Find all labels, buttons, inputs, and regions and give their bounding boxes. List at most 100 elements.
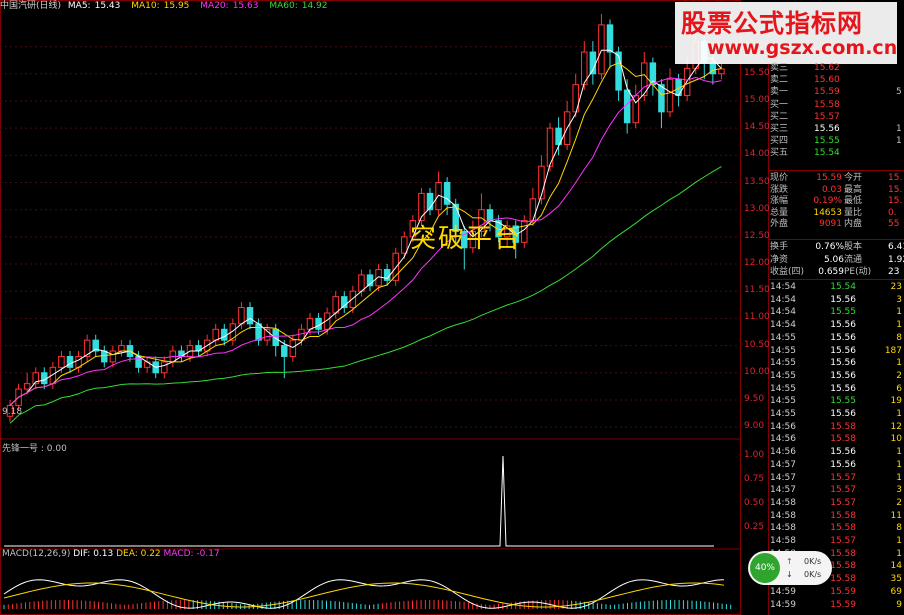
candle-body — [118, 345, 125, 352]
price-axis-label: 14.00 — [744, 149, 770, 160]
indicator-line — [4, 455, 714, 547]
tick-price: 15.57 — [830, 536, 856, 546]
ma60-line — [9, 166, 722, 424]
indicator-axis-label: 1.00 — [744, 450, 765, 460]
tick-volume: 1 — [896, 447, 902, 458]
tick-time: 14:57 — [770, 472, 796, 483]
tick-volume: 69 — [890, 586, 902, 597]
price-axis-label: 15.00 — [744, 94, 770, 105]
quote-value: 15. — [888, 196, 903, 206]
tick-volume: 11 — [890, 510, 902, 521]
tick-price: 15.57 — [830, 497, 856, 508]
tick-volume: 8 — [896, 332, 902, 343]
order-price: 15.59 — [814, 87, 840, 98]
tick-row: 14:55 15.56 187 — [768, 345, 904, 358]
candle-body — [23, 383, 31, 390]
quote-value: 0.19% — [813, 196, 842, 206]
fund-label: PE(动) — [844, 267, 872, 277]
tick-row: 14:59 15.59 69 — [768, 586, 904, 599]
tick-price: 15.58 — [830, 574, 856, 585]
quote-value: 0. — [888, 207, 897, 218]
price-axis-label: 13.00 — [744, 203, 770, 214]
tick-price: 15.55 — [830, 307, 856, 318]
order-book-row: 买一 15.58 — [768, 99, 904, 111]
order-price: 15.58 — [814, 99, 840, 110]
tick-row: 14:55 15.56 6 — [768, 383, 904, 396]
order-level: 买四 — [770, 136, 789, 147]
order-book-row: 卖三 15.62 — [768, 62, 904, 74]
order-level: 买三 — [770, 124, 789, 134]
order-book-row: 买四 15.55 1 — [768, 135, 904, 147]
tick-row: 14:56 15.58 12 — [768, 421, 904, 434]
quote-value: 55 — [888, 219, 900, 229]
ma20-label: MA20: 15.63 — [200, 1, 259, 11]
tick-time: 14:55 — [770, 396, 796, 407]
tick-volume: 19 — [890, 396, 902, 407]
tick-time: 14:57 — [770, 459, 796, 470]
tick-volume: 1 — [896, 307, 902, 318]
candle-body — [332, 296, 339, 314]
price-axis-label: 15.50 — [744, 67, 770, 78]
tick-price: 15.56 — [830, 383, 856, 394]
tick-row: 14:57 15.56 1 — [768, 459, 904, 472]
tick-row: 14:54 15.56 3 — [768, 294, 904, 307]
order-price: 15.55 — [814, 136, 840, 147]
order-volume: 1 — [896, 124, 902, 134]
tick-time: 14:54 — [770, 307, 796, 318]
tick-time: 14:58 — [770, 523, 796, 534]
fund-label: 收益(四) — [770, 267, 805, 277]
order-price: 15.57 — [814, 111, 840, 122]
tick-volume: 6 — [896, 383, 902, 394]
tick-price: 15.57 — [830, 485, 856, 496]
ma20-line — [9, 76, 722, 406]
quote-row: 总量 14653 量比 0. — [768, 207, 904, 219]
ma5-label: MA5: 15.43 — [67, 1, 121, 11]
ma60-label: MA60: 14.92 — [269, 1, 328, 11]
candle-body — [161, 361, 168, 374]
fund-label: 股本 — [844, 242, 863, 252]
annotation-text: 突破平台 — [410, 224, 523, 254]
candle-body — [255, 323, 262, 341]
tick-row: 14:54 15.56 1 — [768, 319, 904, 332]
low-price-marker: 9.18 — [2, 407, 23, 417]
tick-price: 15.56 — [830, 370, 856, 381]
upload-speed: 0K/s — [804, 557, 822, 566]
fund-value: 0.76% — [815, 242, 844, 252]
tick-volume: 10 — [890, 434, 902, 445]
tick-time: 14:58 — [770, 536, 796, 546]
order-book-row: 买三 15.56 1 — [768, 123, 904, 135]
tick-row: 14:59 15.59 9 — [768, 599, 904, 612]
tick-price: 15.57 — [830, 472, 856, 483]
tick-time: 14:55 — [770, 370, 796, 381]
tick-volume: 9 — [896, 599, 902, 610]
fund-label: 净资 — [770, 254, 789, 265]
quote-value: 15. — [888, 184, 903, 195]
tick-time: 14:58 — [770, 510, 796, 521]
candle-body — [718, 68, 725, 75]
tick-volume: 35 — [890, 574, 902, 585]
candle-body — [212, 328, 219, 341]
candle-body — [66, 355, 74, 368]
tick-time: 14:56 — [770, 421, 796, 432]
candle-body — [281, 345, 288, 357]
order-level: 卖一 — [770, 87, 789, 98]
fund-label: 流通 — [844, 254, 863, 265]
tick-price: 15.56 — [830, 294, 856, 305]
network-speed-widget[interactable]: 40% ↑ 0K/s ↓ 0K/s — [748, 551, 832, 585]
watermark-url: www.gszx.com.cn — [707, 37, 898, 59]
order-price: 15.60 — [814, 75, 840, 86]
fund-value: 5.06 — [823, 254, 844, 265]
tick-price: 15.58 — [830, 548, 856, 559]
order-book-row: 买二 15.57 — [768, 111, 904, 123]
price-axis-label: 10.50 — [744, 339, 770, 350]
order-book-row: 买五 15.54 — [768, 147, 904, 159]
panel-separator — [768, 170, 904, 171]
price-axis-label: 13.50 — [744, 176, 770, 187]
tick-time: 14:59 — [770, 599, 796, 610]
tick-volume: 1 — [896, 459, 902, 470]
tick-row: 14:58 15.58 11 — [768, 510, 904, 523]
stock-name: 中国汽研(日线) — [0, 1, 62, 11]
order-book-row: 卖一 15.59 5 — [768, 86, 904, 98]
tick-time: 14:56 — [770, 447, 796, 458]
tick-time: 14:59 — [770, 586, 796, 597]
